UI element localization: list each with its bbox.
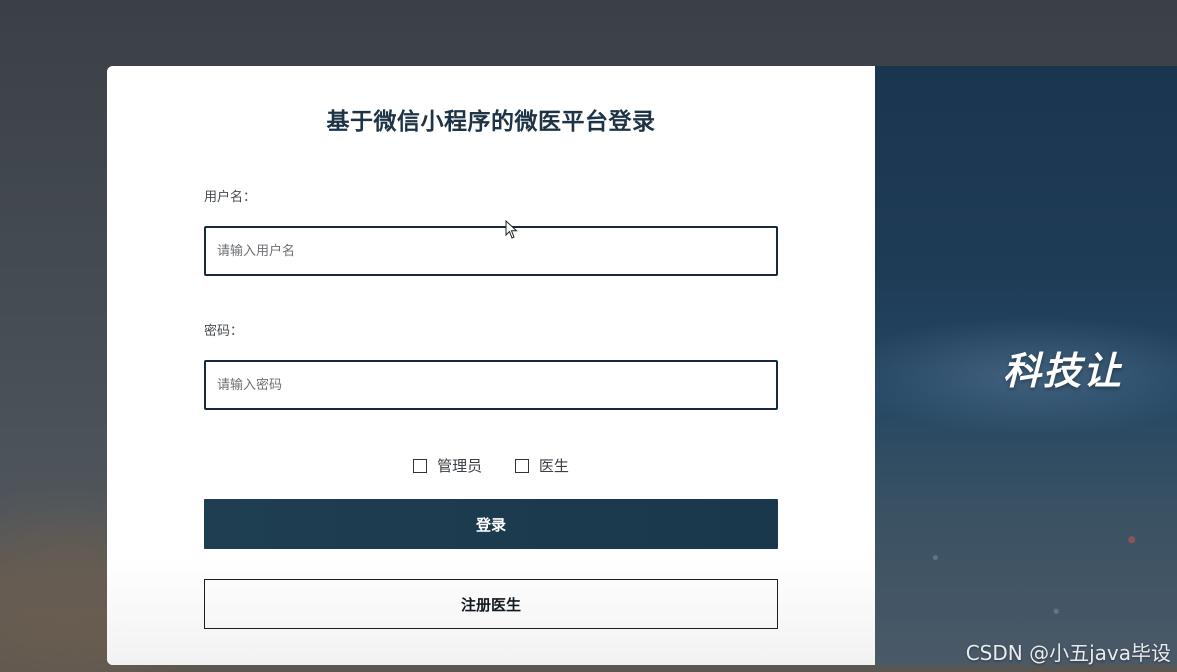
watermark: CSDN @小五java毕设	[965, 641, 1171, 665]
username-label: 用户名：	[204, 190, 257, 205]
banner-image: 科技让	[875, 66, 1177, 665]
password-input[interactable]	[204, 360, 778, 410]
password-label: 密码：	[204, 324, 244, 339]
admin-label: 管理员	[437, 457, 483, 475]
banner-slogan: 科技让	[1003, 349, 1124, 393]
login-form-panel: 基于微信小程序的微医平台登录 用户名： 密码： 管理员 医生 登录 注册医生	[107, 66, 875, 665]
doctor-checkbox[interactable]	[514, 458, 529, 473]
login-card: 基于微信小程序的微医平台登录 用户名： 密码： 管理员 医生 登录 注册医生 科…	[107, 66, 1177, 665]
page-title: 基于微信小程序的微医平台登录	[326, 109, 656, 135]
admin-checkbox[interactable]	[413, 458, 428, 473]
doctor-label: 医生	[538, 457, 569, 475]
role-selector: 管理员 医生	[107, 455, 875, 477]
login-button[interactable]: 登录	[204, 499, 778, 549]
mouse-cursor-icon	[505, 220, 518, 239]
register-doctor-button[interactable]: 注册医生	[204, 579, 778, 629]
role-option-doctor[interactable]: 医生	[514, 455, 569, 476]
username-input[interactable]	[204, 226, 778, 276]
role-option-admin[interactable]: 管理员	[413, 455, 482, 476]
